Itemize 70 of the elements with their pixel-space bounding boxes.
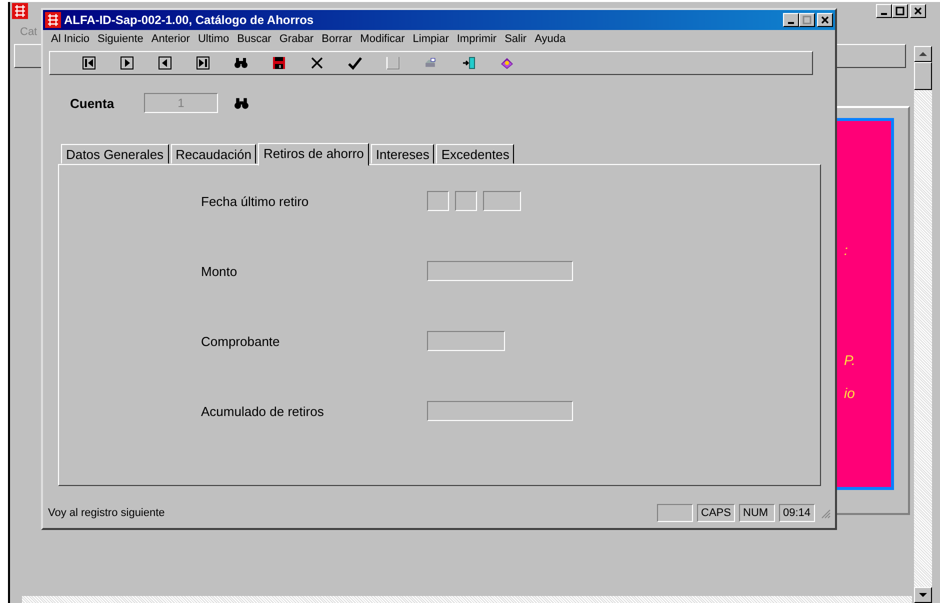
input-field[interactable] (427, 331, 505, 351)
status-indicator: CAPS (697, 504, 735, 522)
scroll-thumb[interactable] (914, 62, 932, 90)
field-label: Comprobante (201, 334, 281, 348)
window-title: ALFA-ID-Sap-002-1.00, Catálogo de Ahorros (64, 13, 314, 27)
minimize-button[interactable] (876, 4, 892, 18)
scroll-up-button[interactable] (914, 46, 932, 62)
play-icon (120, 56, 134, 70)
month-field[interactable] (455, 191, 477, 211)
banner-text: : (844, 242, 848, 258)
close-button[interactable] (817, 13, 833, 27)
status-indicator: NUM (739, 504, 775, 522)
menu-item[interactable]: Ayuda (534, 33, 566, 49)
status-indicator (657, 504, 694, 522)
menu-item[interactable]: Modificar (360, 33, 405, 49)
vertical-scrollbar[interactable] (914, 46, 932, 603)
field-label: Cuenta (70, 96, 116, 110)
banner-text: io (844, 385, 855, 401)
maximize-button[interactable] (892, 4, 908, 18)
skip-last-icon (196, 56, 210, 70)
checkmark-icon (348, 56, 362, 70)
exit-door-icon (462, 56, 476, 70)
status-message: Voy al registro siguiente (48, 507, 165, 519)
input-field[interactable] (427, 261, 573, 281)
menu-item[interactable]: Ultimo (198, 33, 230, 49)
tab[interactable]: Datos Generales (61, 144, 169, 164)
maximize-icon (802, 15, 812, 25)
status-indicator: 09:14 (779, 504, 815, 522)
field-label: Monto (201, 264, 238, 278)
down-arrow-icon (919, 592, 927, 598)
field-label: Acumulado de retiros (201, 404, 325, 418)
back-icon (158, 56, 172, 70)
menu-item[interactable]: Salir (504, 33, 527, 49)
app-logo-icon (12, 3, 28, 19)
day-field[interactable] (427, 191, 449, 211)
menu-item[interactable]: Buscar (237, 33, 272, 49)
menu-item[interactable]: Imprimir (456, 33, 497, 49)
menu-item[interactable]: Anterior (151, 33, 190, 49)
close-icon (913, 6, 923, 16)
horizontal-scrollbar[interactable] (22, 596, 912, 603)
tab[interactable]: Excedentes (436, 144, 514, 164)
resize-grip-icon[interactable] (819, 507, 831, 519)
close-button[interactable] (910, 4, 926, 18)
up-arrow-icon (919, 51, 927, 57)
menu-item[interactable]: Siguiente (98, 33, 144, 49)
scroll-down-button[interactable] (914, 587, 932, 603)
field-label: Fecha último retiro (201, 194, 310, 208)
year-field[interactable] (483, 191, 521, 211)
menu-item[interactable]: Grabar (279, 33, 314, 49)
tab[interactable]: Retiros de ahorro (258, 143, 369, 166)
banner-text: P. (844, 352, 856, 368)
menu-item[interactable]: Al Inicio (51, 33, 90, 49)
maximize-icon (895, 6, 905, 16)
app-logo-icon (45, 12, 61, 28)
menu-item[interactable]: Borrar (322, 33, 352, 49)
x-icon (310, 56, 324, 70)
binoculars-icon (234, 56, 248, 70)
menu-item[interactable]: Limpiar (412, 33, 449, 49)
tab[interactable]: Intereses (370, 144, 434, 164)
minimize-button[interactable] (783, 13, 799, 27)
minimize-icon (881, 13, 887, 15)
printer-icon (424, 56, 438, 70)
binoculars-icon[interactable] (234, 96, 249, 110)
input-field[interactable] (427, 401, 573, 421)
close-icon (820, 15, 830, 25)
skip-first-icon (82, 56, 96, 70)
minimize-icon (788, 22, 794, 24)
blank-icon (386, 56, 400, 70)
tab[interactable]: Recaudación (170, 144, 256, 164)
maximize-button[interactable] (799, 13, 815, 27)
